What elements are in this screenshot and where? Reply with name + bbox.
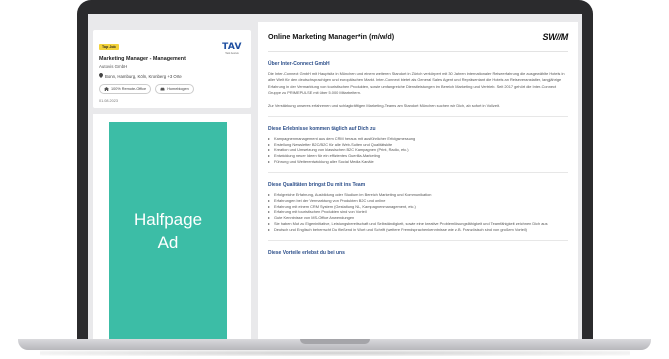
job-tags: 100% Remote-Office Homebiogen <box>99 84 245 94</box>
about-paragraph-2: Zur Verstärkung unseres erfahrenen und s… <box>268 102 501 108</box>
company-logo: TAV Tank Autovis <box>221 42 243 55</box>
tasks-list: ▸ Kampagnenmanagement aus dem CRM heraus … <box>268 136 568 166</box>
top-job-badge: Top Job <box>99 44 119 50</box>
location-text: Bonn, Hamburg, Köln, Kronberg +3 Orte <box>105 73 182 79</box>
location-pin-icon <box>99 73 103 79</box>
home-icon <box>104 86 109 92</box>
logo-sub: Tank Autovis <box>225 52 239 55</box>
job-card-title[interactable]: Marketing Manager - Management <box>99 56 245 62</box>
divider <box>268 172 568 173</box>
qualifications-heading: Diese Qualitäten bringst Du mit ins Team <box>268 181 366 188</box>
logo-text: TAV <box>222 42 242 52</box>
laptop-shadow <box>40 350 630 356</box>
about-paragraph-1: Die Inter-Connect GmbH mit Hauptsitz in … <box>268 71 565 96</box>
benefits-heading: Diese Vorteile erlebst du bei uns <box>268 249 345 256</box>
ad-panel: Halfpage Ad <box>93 114 251 341</box>
tag-remote: 100% Remote-Office <box>99 84 152 94</box>
laptop-screen: Top Job Marketing Manager - Management A… <box>88 14 582 341</box>
tasks-heading: Diese Erlebnisse kommen täglich auf Dich… <box>268 125 376 132</box>
company-name: Autovis GmbH <box>99 64 128 69</box>
tag-travel: Homebiogen <box>155 84 194 94</box>
detail-title: Online Marketing Manager*in (m/w/d) <box>268 32 395 41</box>
job-detail: Online Marketing Manager*in (m/w/d) SW//… <box>258 22 578 341</box>
divider <box>268 116 568 117</box>
job-date: 01.08.2023 <box>99 99 119 103</box>
employer-logo: SW//M <box>542 31 569 42</box>
halfpage-ad[interactable]: Halfpage Ad <box>109 122 227 341</box>
job-card[interactable]: Top Job Marketing Manager - Management A… <box>93 30 251 108</box>
tag-label: Homebiogen <box>167 87 189 91</box>
ad-line-2: Ad <box>157 232 179 252</box>
about-heading: Über Inter-Connect GmbH <box>268 61 330 67</box>
ad-line-1: Halfpage <box>133 209 203 229</box>
laptop-notch <box>300 339 370 344</box>
detail-header: Online Marketing Manager*in (m/w/d) SW//… <box>268 22 568 52</box>
job-location: Bonn, Hamburg, Köln, Kronberg +3 Orte <box>99 73 245 79</box>
divider <box>268 240 568 241</box>
list-item: ▸ Führung und Weiterentwicklung aller Soc… <box>268 159 374 165</box>
qualifications-list: ▸ Erfolgreiche Erfahrung, Ausbildung oder… <box>268 192 568 233</box>
car-icon <box>160 87 165 92</box>
tag-label: 100% Remote-Office <box>111 87 147 91</box>
list-item: ▸ Deutsch und Englisch beherrscht Du flie… <box>268 227 527 233</box>
